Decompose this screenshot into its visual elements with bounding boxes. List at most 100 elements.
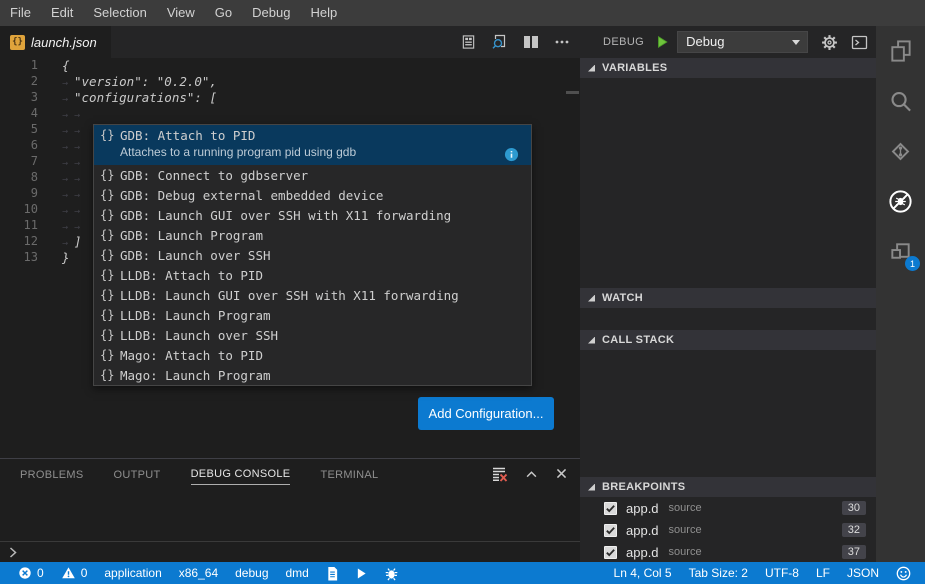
suggestion-item[interactable]: {}GDB: Connect to gdbserver	[94, 165, 531, 185]
menu-item-help[interactable]: Help	[300, 0, 347, 26]
line-number[interactable]: 9	[0, 186, 38, 202]
suggestion-item[interactable]: {}GDB: Launch over SSH	[94, 245, 531, 265]
suggestion-item[interactable]: {}GDB: Attach to PIDAttaches to a runnin…	[94, 125, 531, 165]
gear-icon[interactable]	[821, 34, 838, 51]
cursor-position[interactable]: Ln 4, Col 5	[614, 566, 672, 580]
line-number[interactable]: 2	[0, 74, 38, 90]
menu-item-selection[interactable]: Selection	[83, 0, 156, 26]
feedback[interactable]	[896, 566, 911, 581]
suggestion-item[interactable]: {}Mago: Attach to PID	[94, 345, 531, 365]
line-number[interactable]: 5	[0, 122, 38, 138]
info-icon[interactable]	[504, 147, 519, 162]
suggestion-item[interactable]: {}LLDB: Launch GUI over SSH with X11 for…	[94, 285, 531, 305]
breakpoint-checkbox[interactable]	[604, 524, 617, 537]
line-number[interactable]: 7	[0, 154, 38, 170]
open-debug-console-icon[interactable]	[851, 35, 868, 50]
debug-console-input[interactable]	[0, 541, 580, 562]
warning-icon	[61, 566, 76, 580]
section-header-variables[interactable]: VARIABLES	[580, 58, 876, 78]
open-file-icon[interactable]	[461, 34, 476, 50]
breakpoint-file: app.d	[626, 545, 659, 560]
menu-item-view[interactable]: View	[157, 0, 205, 26]
suggestion-item[interactable]: {}LLDB: Launch Program	[94, 305, 531, 325]
line-number[interactable]: 4	[0, 106, 38, 122]
suggestion-label: GDB: Debug external embedded device	[120, 188, 383, 203]
debug-icon[interactable]	[876, 176, 925, 226]
eol-sequence[interactable]: LF	[816, 566, 830, 580]
source-control-icon[interactable]	[876, 126, 925, 176]
search-icon[interactable]	[876, 76, 925, 126]
breakpoint-row[interactable]: app.dsource37	[580, 541, 876, 562]
add-configuration-button[interactable]: Add Configuration...	[418, 397, 554, 430]
tab-launch-json[interactable]: {} launch.json	[0, 26, 111, 58]
search-editor-icon[interactable]	[491, 34, 508, 50]
suggestion-item[interactable]: {}GDB: Launch Program	[94, 225, 531, 245]
breakpoint-checkbox[interactable]	[604, 502, 617, 515]
line-code: {	[62, 58, 70, 74]
maximize-panel-icon[interactable]	[524, 467, 539, 481]
line-number[interactable]: 11	[0, 218, 38, 234]
compiler[interactable]: dmd	[286, 566, 309, 580]
collapse-twistie-icon	[588, 484, 595, 491]
suggestion-item[interactable]: {}LLDB: Launch over SSH	[94, 325, 531, 345]
section-header-call-stack[interactable]: CALL STACK	[580, 330, 876, 350]
breakpoint-checkbox[interactable]	[604, 546, 617, 559]
suggestion-label: Mago: Launch Program	[120, 368, 271, 383]
split-editor-icon[interactable]	[523, 35, 539, 49]
line-number[interactable]: 8	[0, 170, 38, 186]
menu-item-go[interactable]: Go	[205, 0, 242, 26]
panel-tab-terminal[interactable]: TERMINAL	[320, 463, 378, 485]
code-line-2[interactable]: 2→"version": "0.2.0",	[0, 74, 580, 90]
line-number[interactable]: 6	[0, 138, 38, 154]
indentation[interactable]: Tab Size: 2	[689, 566, 748, 580]
build-target[interactable]: application	[104, 566, 161, 580]
explorer-icon[interactable]	[876, 26, 925, 76]
extensions-icon[interactable]: 1	[876, 226, 925, 276]
start-debug-button[interactable]	[655, 35, 669, 49]
more-actions-icon[interactable]	[554, 35, 570, 49]
suggestion-label-row: {}LLDB: Launch over SSH	[94, 325, 531, 345]
line-number[interactable]: 13	[0, 250, 38, 266]
build-type[interactable]: debug	[235, 566, 268, 580]
menu-item-file[interactable]: File	[0, 0, 41, 26]
code-line-3[interactable]: 3→"configurations": [	[0, 90, 580, 106]
file-action[interactable]	[326, 566, 339, 581]
debug-config-select[interactable]: Debug	[677, 31, 808, 53]
breakpoint-row[interactable]: app.dsource32	[580, 519, 876, 541]
warning-count[interactable]: 0	[61, 566, 88, 580]
language-mode[interactable]: JSON	[847, 566, 879, 580]
suggestion-item[interactable]: {}GDB: Launch GUI over SSH with X11 forw…	[94, 205, 531, 225]
section-header-watch[interactable]: WATCH	[580, 288, 876, 308]
debug-action[interactable]	[384, 566, 399, 581]
suggestion-item[interactable]: {}Mago: Launch Program	[94, 365, 531, 385]
suggestion-item[interactable]: {}LLDB: Attach to PID	[94, 265, 531, 285]
panel-tab-debug-console[interactable]: DEBUG CONSOLE	[191, 462, 291, 485]
line-number[interactable]: 10	[0, 202, 38, 218]
panel-tab-output[interactable]: OUTPUT	[114, 463, 161, 485]
panel-tab-problems[interactable]: PROBLEMS	[20, 463, 84, 485]
breakpoint-row[interactable]: app.dsource30	[580, 497, 876, 519]
menu-item-edit[interactable]: Edit	[41, 0, 83, 26]
whitespace-arrow: →	[62, 126, 74, 137]
suggestion-item[interactable]: {}GDB: Debug external embedded device	[94, 185, 531, 205]
architecture[interactable]: x86_64	[179, 566, 218, 580]
section-header-breakpoints[interactable]: BREAKPOINTS	[580, 477, 876, 497]
menu-item-debug[interactable]: Debug	[242, 0, 300, 26]
close-panel-icon[interactable]	[555, 467, 568, 480]
whitespace-arrow: →	[62, 94, 74, 105]
code-line-4[interactable]: 4→→	[0, 106, 580, 122]
suggestion-label-row: {}GDB: Launch GUI over SSH with X11 forw…	[94, 205, 531, 225]
line-number[interactable]: 3	[0, 90, 38, 106]
clear-console-icon[interactable]	[490, 466, 508, 482]
suggestion-label: LLDB: Launch over SSH	[120, 328, 278, 343]
code-line-1[interactable]: 1{	[0, 58, 580, 74]
line-number[interactable]: 1	[0, 58, 38, 74]
error-count[interactable]: 0	[18, 566, 44, 580]
editor-group: {} launch.json 1{2→"version": "0.2.0",3→…	[0, 26, 580, 562]
line-number[interactable]: 12	[0, 234, 38, 250]
encoding[interactable]: UTF-8	[765, 566, 799, 580]
run-action[interactable]	[356, 567, 367, 580]
breakpoint-origin: source	[669, 524, 702, 536]
line-code: }	[62, 250, 70, 266]
status-text: 0	[37, 566, 44, 580]
